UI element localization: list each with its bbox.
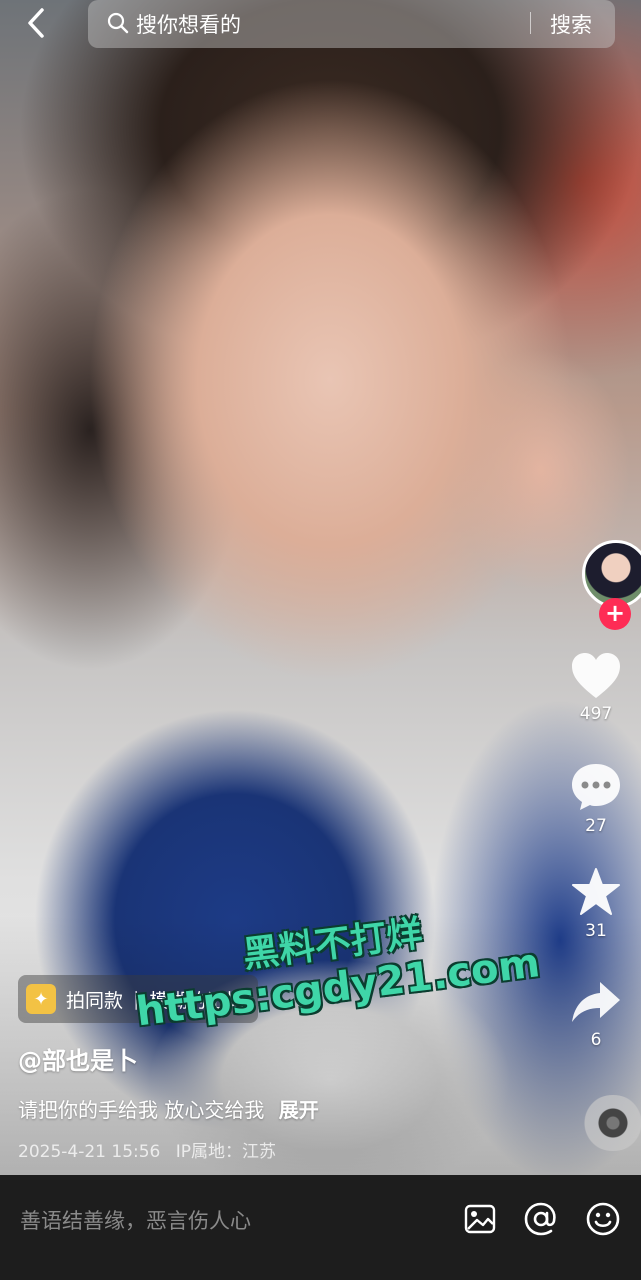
comment-bar: 善语结善缘，恶言伤人心 — [0, 1175, 641, 1280]
heart-icon — [572, 653, 620, 698]
comment-count: 27 — [585, 816, 607, 836]
follow-button[interactable]: + — [599, 598, 631, 630]
star-icon — [572, 868, 620, 915]
search-divider — [530, 12, 531, 34]
emoji-icon[interactable] — [585, 1201, 621, 1237]
back-icon[interactable] — [20, 6, 54, 40]
share-count: 6 — [590, 1030, 602, 1050]
video-meta: 2025-4-21 15:56 IP属地：江苏 — [18, 1137, 538, 1162]
favorite-count: 31 — [585, 921, 607, 941]
search-input[interactable]: 搜你想看的 — [136, 9, 241, 39]
action-rail: + 497 27 31 6 — [551, 530, 641, 1170]
author-name[interactable]: @部也是卜 — [18, 1041, 538, 1076]
like-button[interactable]: 497 — [551, 652, 641, 724]
search-box[interactable]: 搜你想看的 搜索 — [88, 0, 615, 48]
comment-icon — [572, 764, 620, 810]
description-text: 请把你的手给我 放心交给我 — [18, 1098, 265, 1122]
ip-location: IP属地：江苏 — [175, 1142, 277, 1162]
search-icon — [107, 12, 129, 34]
expand-link[interactable]: 展开 — [279, 1098, 319, 1122]
share-button[interactable]: 6 — [551, 980, 641, 1050]
like-count: 497 — [579, 704, 613, 724]
at-icon[interactable] — [523, 1201, 559, 1237]
tag-label: 拍同款 — [66, 989, 124, 1012]
comment-button[interactable]: 27 — [551, 762, 641, 836]
video-description: 请把你的手给我 放心交给我 展开 — [18, 1094, 538, 1123]
music-disc[interactable] — [581, 1095, 641, 1151]
image-icon[interactable] — [462, 1201, 498, 1237]
sparkle-icon: ✦ — [26, 984, 56, 1014]
share-icon — [572, 982, 620, 1022]
search-button[interactable]: 搜索 — [550, 9, 592, 39]
favorite-button[interactable]: 31 — [551, 867, 641, 941]
top-bar: 搜你想看的 搜索 — [0, 0, 641, 60]
post-date: 2025-4-21 15:56 — [18, 1142, 161, 1162]
comment-input[interactable]: 善语结善缘，恶言伤人心 — [20, 1205, 251, 1235]
